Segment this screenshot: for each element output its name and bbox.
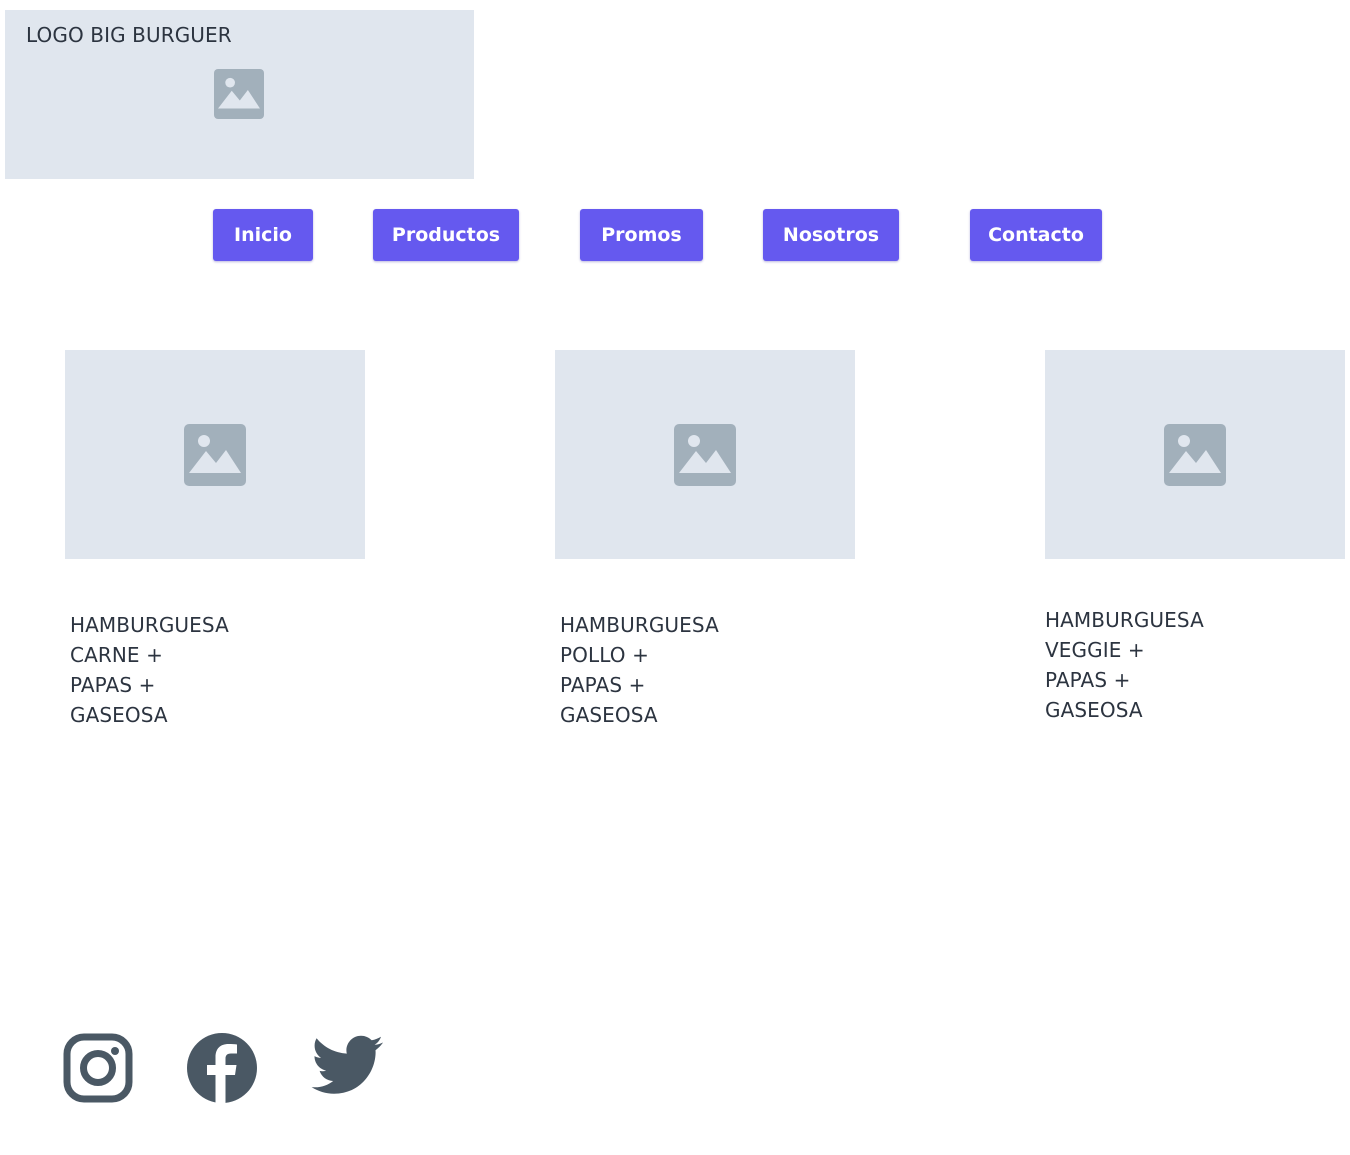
- product-line: POLLO +: [560, 643, 649, 667]
- product-line: HAMBURGUESA: [560, 613, 719, 637]
- image-placeholder-icon: [214, 69, 264, 119]
- image-placeholder-icon: [1164, 424, 1226, 486]
- logo-text: LOGO BIG BURGUER: [26, 23, 232, 47]
- nav-button-nosotros[interactable]: Nosotros: [763, 209, 899, 261]
- product-image[interactable]: [65, 350, 365, 559]
- instagram-icon[interactable]: [60, 1030, 136, 1106]
- product-description: HAMBURGUESA VEGGIE + PAPAS + GASEOSA: [1045, 605, 1204, 725]
- product-line: GASEOSA: [1045, 698, 1143, 722]
- product-line: GASEOSA: [70, 703, 168, 727]
- product-line: PAPAS +: [560, 673, 646, 697]
- product-description: HAMBURGUESA POLLO + PAPAS + GASEOSA: [560, 610, 719, 730]
- image-placeholder-icon: [674, 424, 736, 486]
- facebook-icon[interactable]: [184, 1030, 260, 1106]
- product-image[interactable]: [555, 350, 855, 559]
- product-line: VEGGIE +: [1045, 638, 1145, 662]
- logo-placeholder[interactable]: LOGO BIG BURGUER: [5, 10, 474, 179]
- product-line: GASEOSA: [560, 703, 658, 727]
- product-image[interactable]: [1045, 350, 1345, 559]
- nav-button-productos[interactable]: Productos: [373, 209, 519, 261]
- product-description: HAMBURGUESA CARNE + PAPAS + GASEOSA: [70, 610, 229, 730]
- nav-button-inicio[interactable]: Inicio: [213, 209, 313, 261]
- nav-button-promos[interactable]: Promos: [580, 209, 703, 261]
- product-line: HAMBURGUESA: [1045, 608, 1204, 632]
- product-line: HAMBURGUESA: [70, 613, 229, 637]
- nav-button-contacto[interactable]: Contacto: [970, 209, 1102, 261]
- image-placeholder-icon: [184, 424, 246, 486]
- product-line: CARNE +: [70, 643, 163, 667]
- twitter-icon[interactable]: [309, 1030, 385, 1106]
- product-line: PAPAS +: [1045, 668, 1131, 692]
- product-line: PAPAS +: [70, 673, 156, 697]
